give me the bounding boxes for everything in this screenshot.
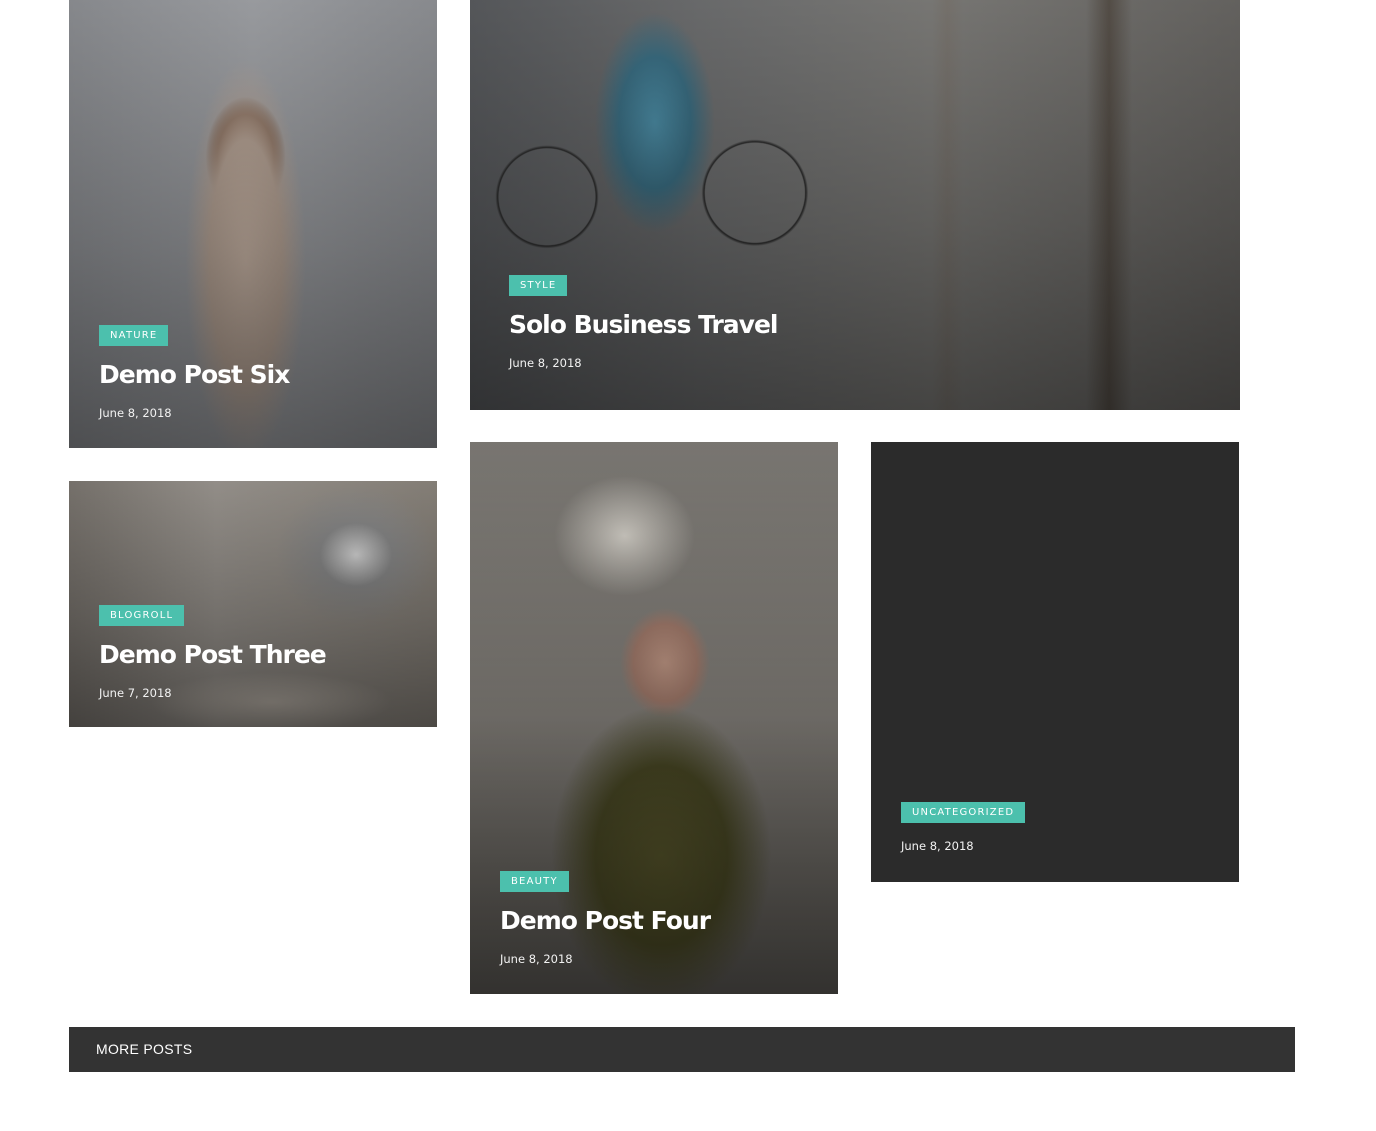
more-posts-button[interactable]: MORE POSTS (69, 1027, 1295, 1072)
post-card-uncategorized[interactable]: UNCATEGORIZED June 8, 2018 (871, 442, 1239, 882)
post-card-demo-post-three[interactable]: BLOGROLL Demo Post Three June 7, 2018 (69, 481, 437, 727)
post-date: June 8, 2018 (99, 406, 172, 420)
post-meta: UNCATEGORIZED June 8, 2018 (901, 802, 1026, 853)
post-meta: BEAUTY Demo Post Four June 8, 2018 (500, 871, 711, 966)
post-title[interactable]: Demo Post Six (99, 360, 290, 390)
category-badge[interactable]: BEAUTY (500, 871, 569, 892)
post-meta: STYLE Solo Business Travel June 8, 2018 (509, 275, 778, 370)
category-badge[interactable]: UNCATEGORIZED (901, 802, 1026, 823)
post-date: June 8, 2018 (500, 952, 573, 966)
category-badge[interactable]: BLOGROLL (99, 605, 185, 626)
post-meta: NATURE Demo Post Six June 8, 2018 (99, 325, 290, 420)
category-badge[interactable]: NATURE (99, 325, 169, 346)
post-title[interactable]: Demo Post Three (99, 640, 327, 670)
post-title[interactable]: Solo Business Travel (509, 310, 778, 340)
post-date: June 7, 2018 (99, 686, 172, 700)
category-badge[interactable]: STYLE (509, 275, 568, 296)
post-date: June 8, 2018 (901, 839, 974, 853)
post-date: June 8, 2018 (509, 356, 582, 370)
post-card-demo-post-six[interactable]: NATURE Demo Post Six June 8, 2018 (69, 0, 437, 448)
post-title[interactable]: Demo Post Four (500, 906, 711, 936)
post-card-demo-post-four[interactable]: BEAUTY Demo Post Four June 8, 2018 (470, 442, 838, 994)
post-meta: BLOGROLL Demo Post Three June 7, 2018 (99, 605, 327, 700)
post-card-solo-business-travel[interactable]: STYLE Solo Business Travel June 8, 2018 (470, 0, 1240, 410)
